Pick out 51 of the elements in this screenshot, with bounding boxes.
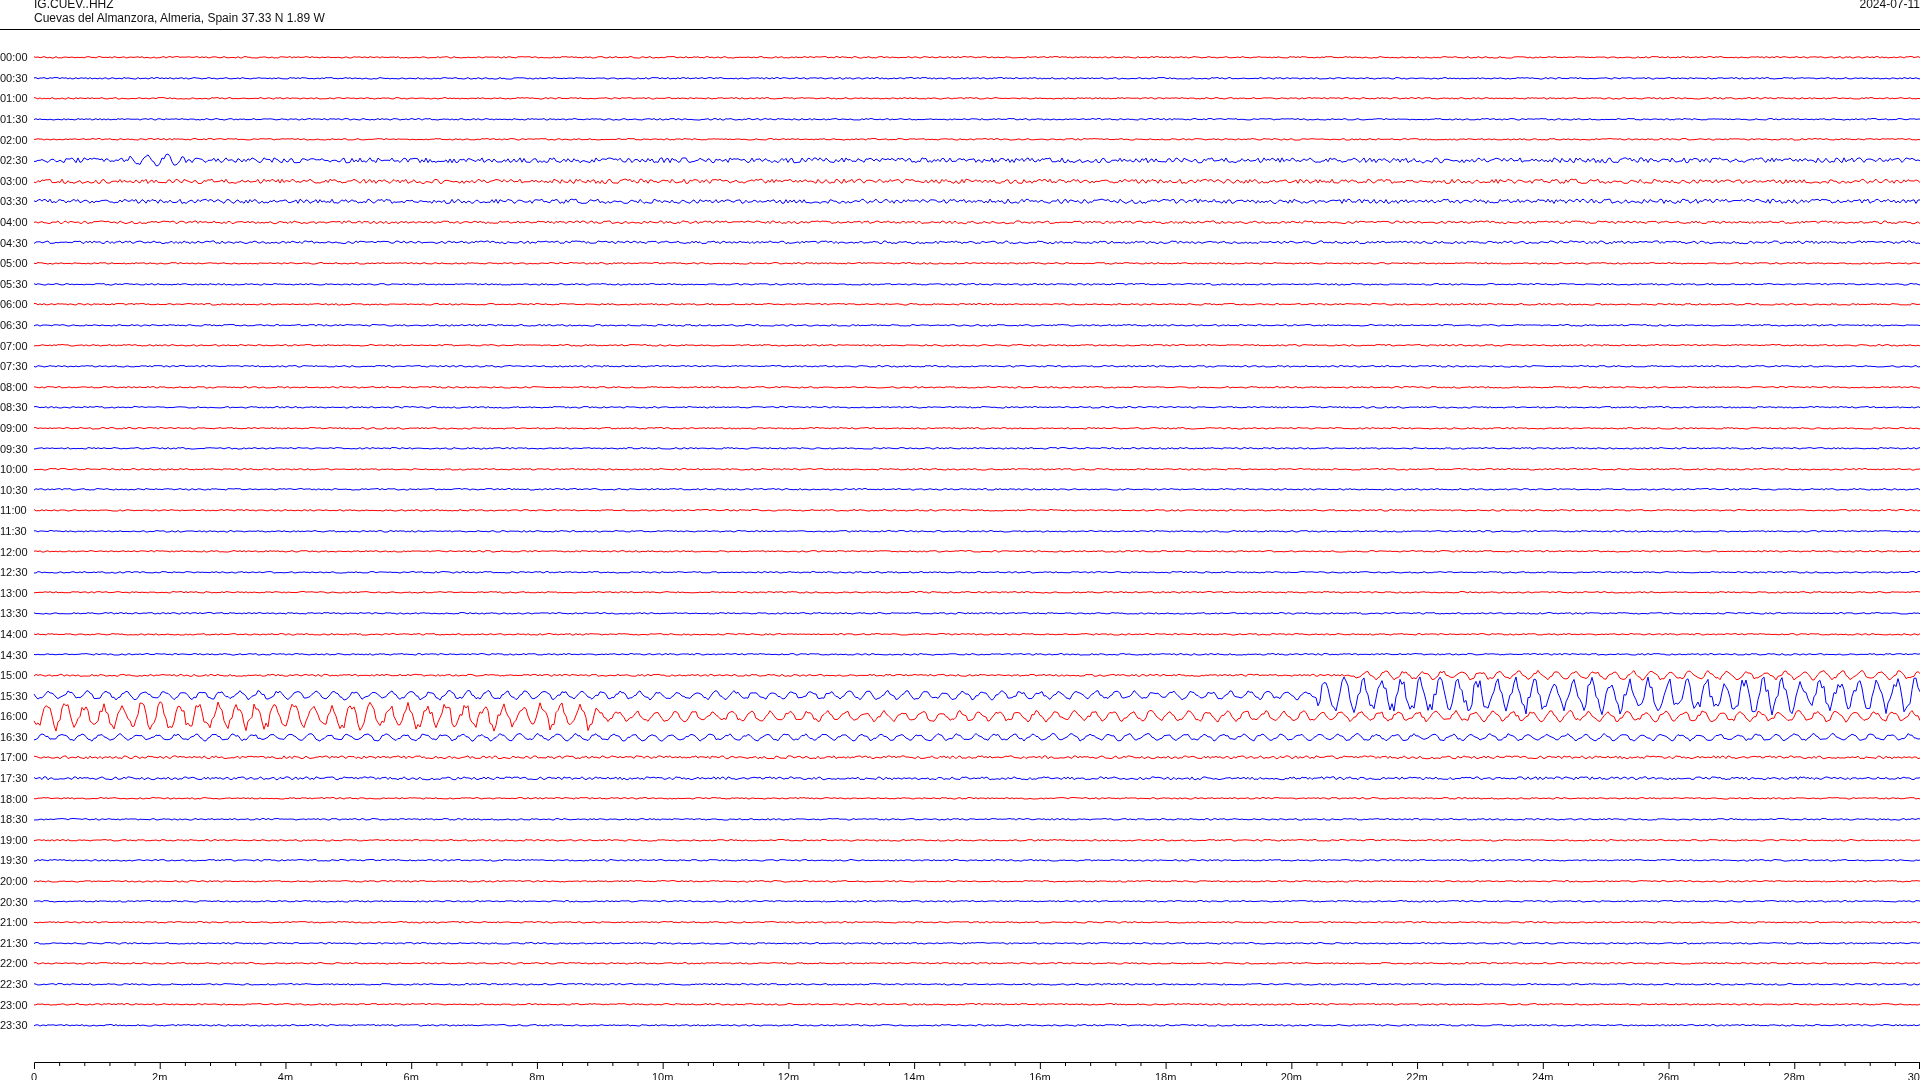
time-label: 14:30: [0, 648, 29, 661]
time-label: 14:00: [0, 627, 29, 640]
time-label: 06:30: [0, 319, 29, 331]
time-label: 08:30: [0, 401, 29, 414]
time-label: 20:30: [0, 895, 29, 908]
time-label: 13:30: [0, 607, 29, 620]
time-label: 21:30: [0, 936, 29, 949]
time-label: 07:00: [0, 339, 29, 352]
time-label: 09:00: [0, 422, 29, 434]
station-location: Cuevas del Almanzora, Almeria, Spain 37.33 N 1.89 W: [34, 11, 325, 25]
time-label: 02:00: [0, 133, 29, 146]
time-label: 21:00: [0, 916, 29, 929]
time-label: 04:00: [0, 216, 29, 229]
time-label: 02:30: [0, 154, 29, 167]
station-code: IG.CUEV..HHZ: [34, 0, 115, 11]
time-label: 12:00: [0, 545, 29, 558]
time-label: 13:00: [0, 586, 29, 599]
time-label: 09:30: [0, 442, 29, 455]
time-label: 18:00: [0, 792, 29, 805]
time-label: 15:30: [0, 689, 29, 702]
record-date: 2024-07-11: [1859, 0, 1920, 13]
time-label: 10:30: [0, 483, 29, 496]
time-label: 15:00: [0, 669, 29, 682]
time-label: 03:00: [0, 174, 29, 187]
time-label: 00:00: [0, 51, 29, 64]
time-label: 01:30: [0, 113, 29, 126]
time-label: 20:00: [0, 875, 29, 888]
time-label: 17:30: [0, 772, 29, 785]
time-label: 05:00: [0, 257, 29, 270]
time-label: 23:30: [0, 1019, 29, 1032]
time-label: 11:30: [0, 524, 28, 537]
time-label: 17:00: [0, 751, 29, 764]
time-label: 08:00: [0, 380, 29, 393]
time-label: 05:30: [0, 277, 29, 290]
time-label: 19:00: [0, 833, 29, 846]
time-label: 03:30: [0, 195, 29, 208]
time-label: 16:30: [0, 730, 29, 743]
time-label: 19:30: [0, 854, 29, 867]
time-label: 01:00: [0, 92, 29, 105]
time-label: 18:30: [0, 813, 29, 826]
time-label: 07:30: [0, 360, 29, 373]
time-label: 12:30: [0, 566, 29, 579]
time-label: 16:00: [0, 710, 29, 723]
time-label: 00:30: [0, 71, 29, 84]
time-label: 06:00: [0, 298, 29, 311]
time-label: 11:00: [0, 504, 28, 517]
time-label: 22:00: [0, 957, 29, 970]
time-label: 10:00: [0, 463, 29, 476]
time-label: 22:30: [0, 978, 29, 990]
time-label: 04:30: [0, 236, 29, 249]
time-label: 23:00: [0, 998, 29, 1011]
